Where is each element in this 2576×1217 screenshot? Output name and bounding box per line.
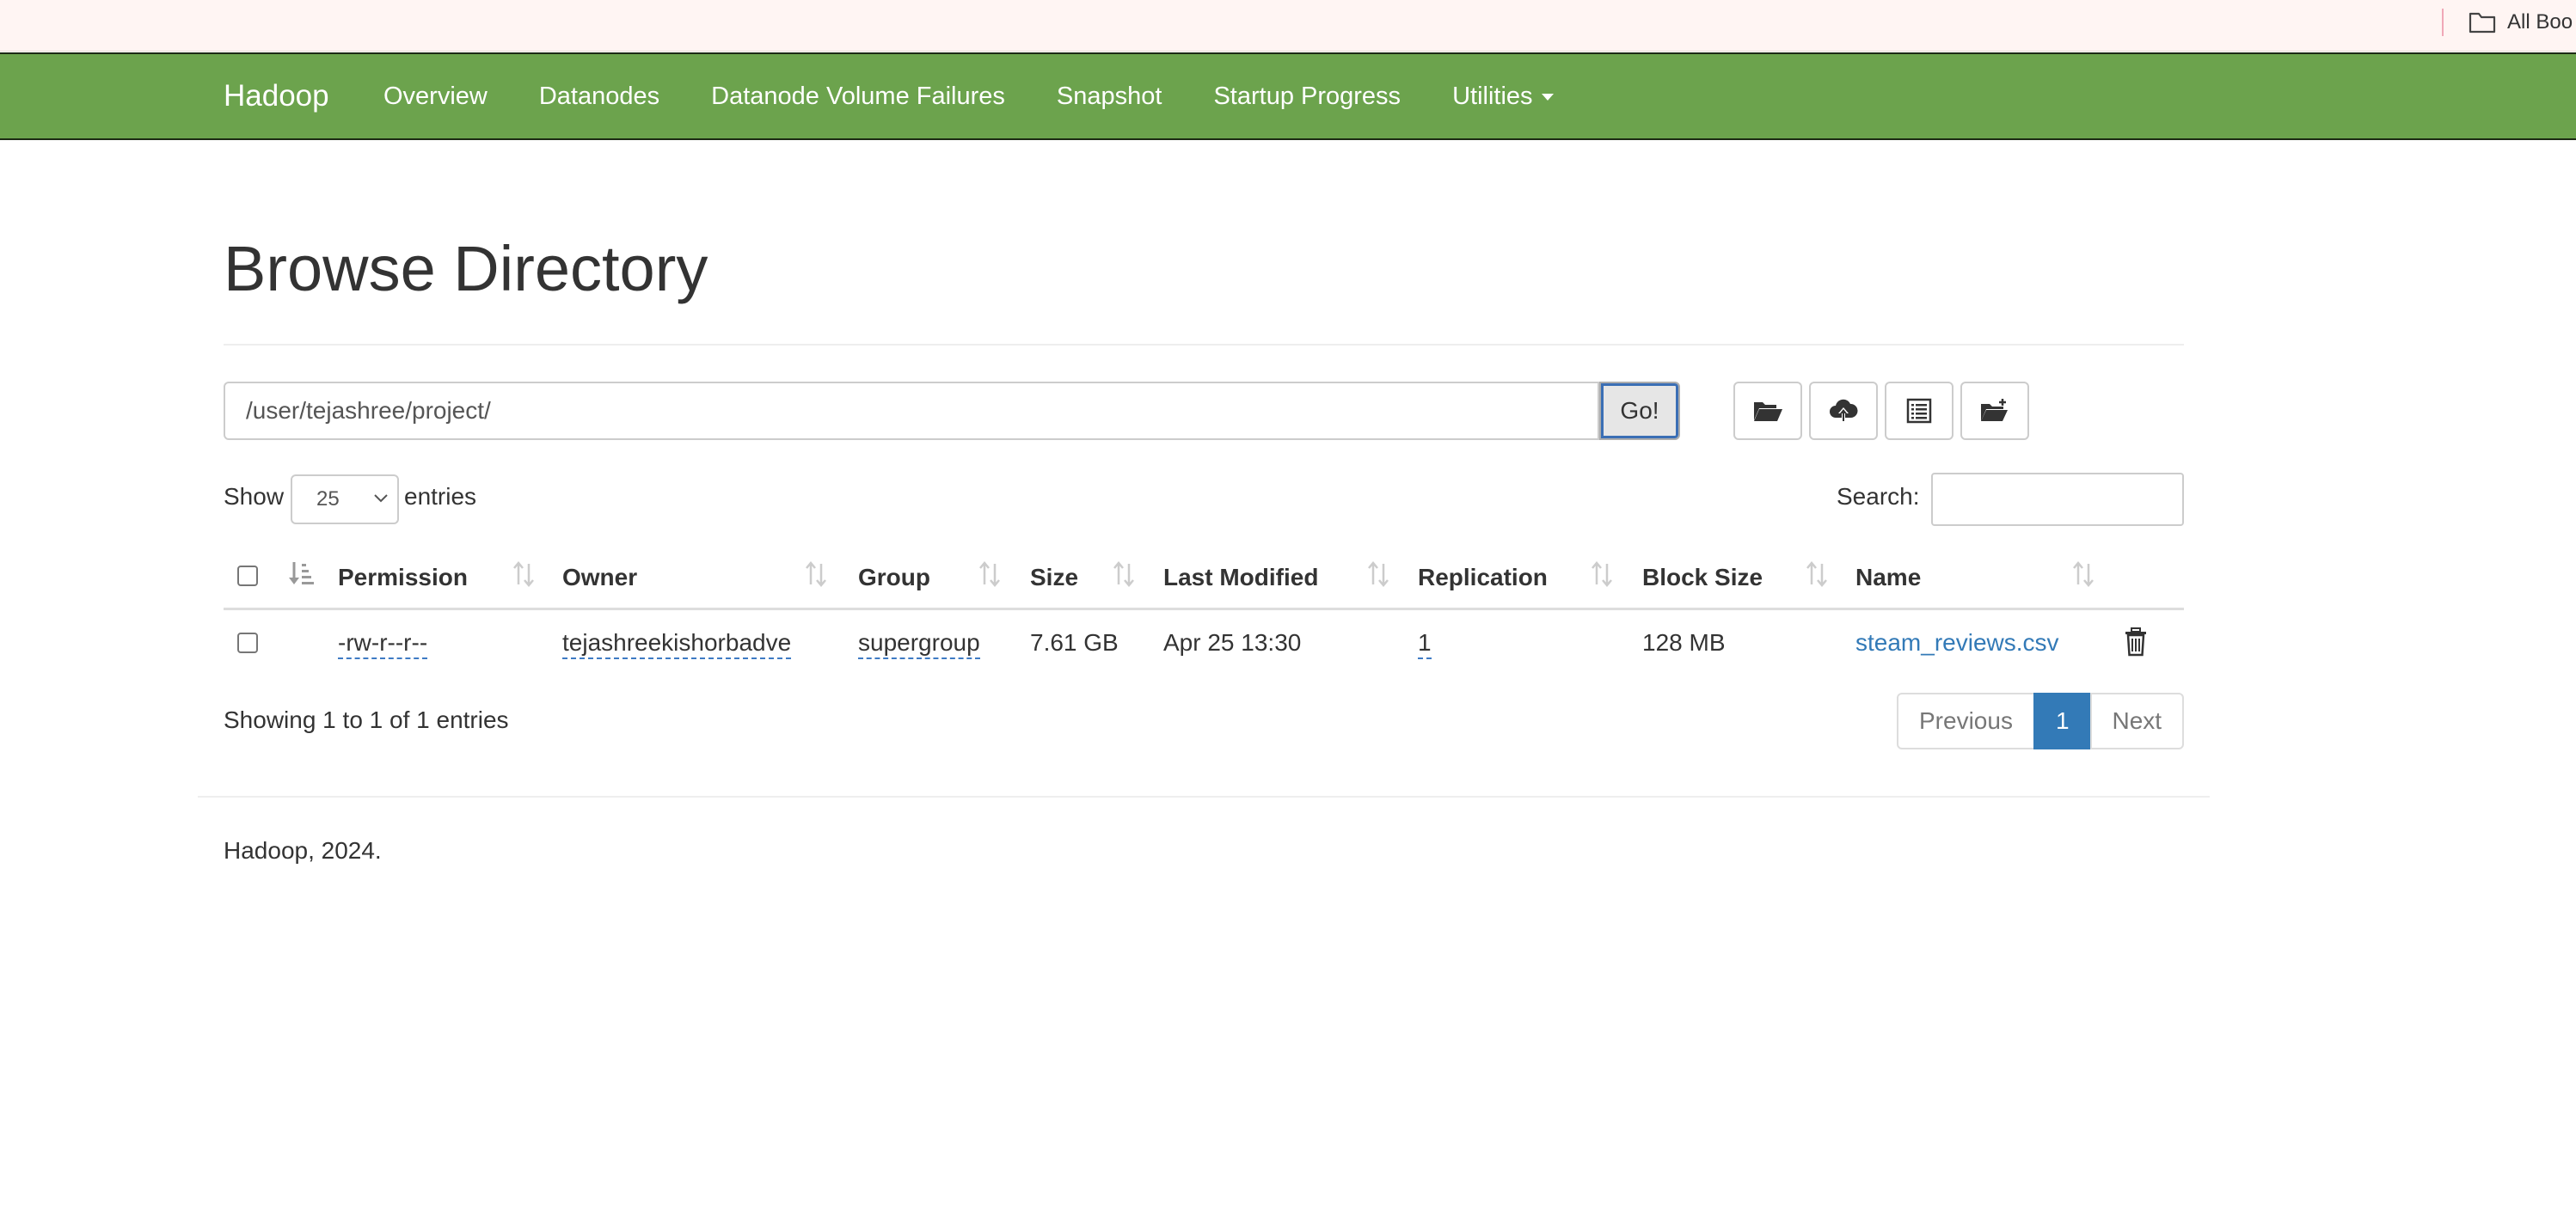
sort-icon[interactable] [1804,559,1830,590]
caret-down-icon [1541,94,1554,101]
nav-item-datanode-volume-failures[interactable]: Datanode Volume Failures [685,54,1031,138]
table-row: -rw-r--r-- tejashreekishorbadve supergro… [224,612,2184,677]
sort-icon[interactable] [1589,559,1615,590]
sort-icon[interactable] [1365,559,1391,590]
search-label: Search: [1837,483,1920,510]
all-bookmarks-label: All Boo [2507,10,2573,34]
go-button[interactable]: Go! [1599,382,1680,440]
sort-icon[interactable] [2070,559,2096,590]
column-header-block-size[interactable]: Block Size [1642,564,1763,591]
row-checkbox[interactable] [237,633,258,653]
show-label: Show [224,483,285,510]
nav-items: Overview Datanodes Datanode Volume Failu… [358,54,1579,138]
file-name-link[interactable]: steam_reviews.csv [1855,629,2059,657]
owner-cell[interactable]: tejashreekishorbadve [562,629,792,659]
directory-path-input[interactable] [224,382,1599,440]
nav-item-utilities[interactable]: Utilities [1426,54,1579,138]
upload-button[interactable] [1809,382,1878,440]
block-size-cell: 128 MB [1642,629,1726,656]
sort-ascending-icon[interactable] [287,559,315,590]
select-all-checkbox[interactable] [237,566,258,586]
cloud-upload-icon [1830,399,1858,421]
folder-icon [2469,12,2496,34]
last-modified-cell: Apr 25 13:30 [1163,629,1302,656]
sort-icon[interactable] [977,559,1003,590]
previous-page-button[interactable]: Previous [1897,693,2035,749]
navbar: Hadoop Overview Datanodes Datanode Volum… [0,52,2576,140]
open-folder-button[interactable] [1733,382,1802,440]
table-header: Permission Owner Group Size Last Modifie… [224,550,2184,610]
column-header-group[interactable]: Group [858,564,930,591]
entries-per-page-value: 25 [316,487,340,511]
create-directory-button[interactable] [1960,382,2029,440]
trash-icon[interactable] [2124,627,2148,657]
column-header-replication[interactable]: Replication [1418,564,1548,591]
folder-plus-icon [1981,399,2008,421]
nav-item-datanodes[interactable]: Datanodes [513,54,685,138]
title-divider [224,344,2184,346]
sort-icon[interactable] [511,559,537,590]
bookmarks-bar: All Boo [0,0,2576,52]
permission-cell[interactable]: -rw-r--r-- [338,629,428,659]
entries-label: entries [404,483,477,510]
entries-per-page-select[interactable]: 25 [291,474,399,524]
pagination-info: Showing 1 to 1 of 1 entries [224,706,509,733]
bookmarks-divider [2442,9,2444,36]
nav-brand[interactable]: Hadoop [224,54,329,138]
nav-item-overview[interactable]: Overview [358,54,513,138]
nav-item-utilities-label: Utilities [1452,83,1533,110]
column-header-owner[interactable]: Owner [562,564,637,591]
all-bookmarks-button[interactable]: All Boo [2468,7,2573,38]
next-page-button[interactable]: Next [2089,693,2185,749]
group-cell[interactable]: supergroup [858,629,980,659]
sort-icon[interactable] [803,559,829,590]
page-title: Browse Directory [224,233,708,304]
nav-item-snapshot[interactable]: Snapshot [1031,54,1188,138]
footer-text: Hadoop, 2024. [224,837,382,864]
size-cell: 7.61 GB [1030,629,1119,656]
pagination: Previous 1 Next [1897,693,2185,749]
column-header-permission[interactable]: Permission [338,564,468,591]
nav-item-startup-progress[interactable]: Startup Progress [1187,54,1426,138]
column-header-size[interactable]: Size [1030,564,1078,591]
footer-divider [198,796,2210,798]
column-header-name[interactable]: Name [1855,564,1921,591]
folder-open-icon [1754,402,1782,421]
column-header-last-modified[interactable]: Last Modified [1163,564,1318,591]
sort-icon[interactable] [1111,559,1137,590]
page-1-button[interactable]: 1 [2033,693,2092,749]
chevron-down-icon [374,494,388,503]
list-view-button[interactable] [1885,382,1953,440]
search-input[interactable] [1931,473,2184,526]
list-icon [1906,398,1932,424]
replication-cell[interactable]: 1 [1418,629,1432,659]
